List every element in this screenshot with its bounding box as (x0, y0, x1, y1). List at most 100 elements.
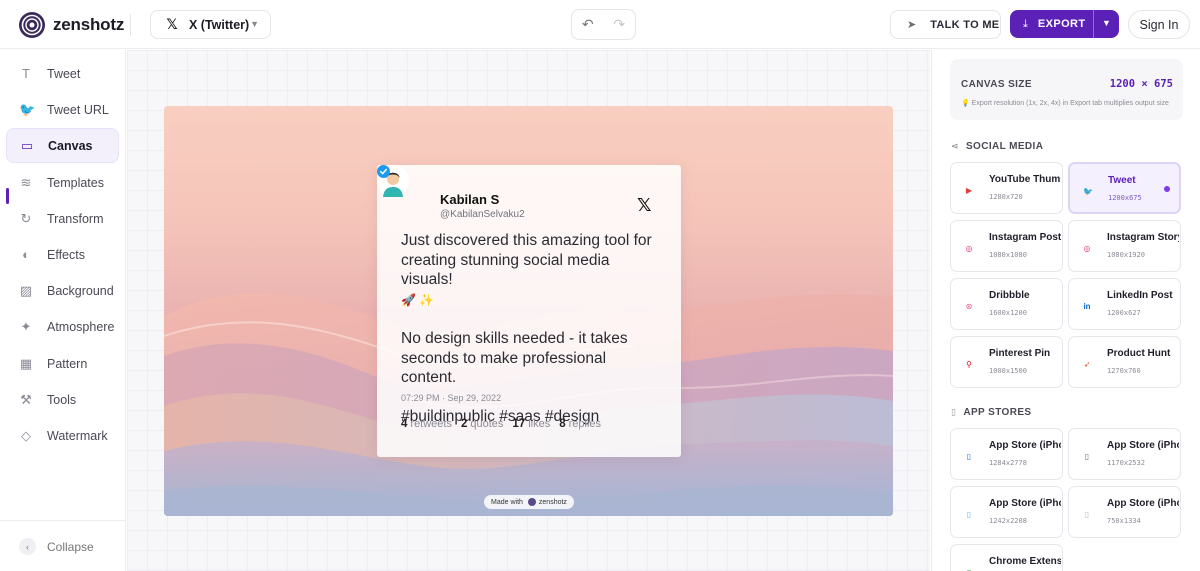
preset-name: Pinterest Pin (989, 348, 1051, 359)
droplet-icon: ◇ (21, 427, 31, 443)
preset-pinterest-pin[interactable]: ⚲ Pinterest Pin 1000x1500 (950, 336, 1063, 388)
talk-to-me-button[interactable]: ➤ TALK TO ME (890, 10, 1001, 39)
preset-name: LinkedIn Post (1107, 290, 1173, 301)
preset-name: App Store (iPhone) (1107, 498, 1179, 509)
preset-linkedin-post[interactable]: in LinkedIn Post 1200x627 (1068, 278, 1181, 330)
sidebar-item-label: Atmosphere (47, 319, 115, 334)
collapse-area: ‹ Collapse (0, 520, 126, 571)
app-stores-heading: ▯ APP STORES (951, 407, 1031, 418)
tweet-stats: 4 retweets 2 quotes 17 likes 8 replies (401, 418, 610, 430)
retweets-count: 4 (401, 418, 408, 430)
preset-dims: 1000x1500 (989, 367, 1027, 375)
canvas-size-title: CANVAS SIZE (961, 79, 1032, 90)
export-button[interactable]: ⤓ EXPORT ▼ (1010, 10, 1119, 38)
replies-label: replies (568, 418, 602, 430)
quotes-label: quotes (470, 418, 504, 430)
app-stores-title: APP STORES (963, 407, 1032, 418)
preset-instagram-story[interactable]: ◎ Instagram Story 1080x1920 (1068, 220, 1181, 272)
verified-badge-icon (377, 165, 390, 178)
preset-app-store-3[interactable]: ▯ App Store (iPhone) 1242x2208 (950, 486, 1063, 538)
sidebar-item-atmosphere[interactable]: ✦ Atmosphere (6, 309, 119, 344)
smartphone-icon: ▯ (1084, 451, 1090, 461)
image-icon: ▨ (19, 282, 33, 298)
preset-name: Product Hunt (1107, 348, 1171, 359)
redo-icon[interactable]: ↷ (613, 16, 625, 33)
preset-app-store-1[interactable]: ▯ App Store (iPhone) 1284x2778 (950, 428, 1063, 480)
preset-product-hunt[interactable]: ➶ Product Hunt 1270x760 (1068, 336, 1181, 388)
sidebar-item-tweet[interactable]: T Tweet (6, 56, 119, 91)
quotes-stat: 2 quotes (461, 418, 503, 430)
preset-name: Tweet (1108, 175, 1136, 186)
sidebar-item-watermark[interactable]: ◇ Watermark (6, 418, 119, 453)
tweet-author-name: Kabilan S (440, 192, 500, 207)
smartphone-icon: ▯ (1084, 509, 1090, 519)
preset-dims: 750x1334 (1107, 517, 1141, 525)
sidebar-item-background[interactable]: ▨ Background (6, 273, 119, 308)
preset-name: YouTube Thumbnail (989, 174, 1061, 185)
sidebar-item-label: Tweet URL (47, 102, 109, 117)
canvas-size-note-text: Export resolution (1x, 2x, 4x) in Export… (971, 100, 1169, 107)
collapse-button[interactable]: ‹ Collapse (19, 538, 94, 555)
sidebar-item-label: Templates (47, 175, 104, 190)
sidebar-item-label: Canvas (48, 138, 93, 153)
twitter-bird-icon: 🐦 (1083, 186, 1093, 196)
preset-dims: 1284x2778 (989, 459, 1027, 467)
brand-name: zenshotz (53, 15, 125, 34)
palette-icon: ◐ (22, 247, 30, 262)
smartphone-icon: ▯ (966, 451, 972, 461)
preset-app-store-2[interactable]: ▯ App Store (iPhone) 1170x2532 (1068, 428, 1181, 480)
sidebar-item-transform[interactable]: ↻ Transform (6, 201, 119, 236)
left-sidebar: T Tweet 🐦 Tweet URL ▭ Canvas ≋ Templates… (0, 50, 126, 571)
monitor-icon: ▭ (20, 137, 34, 153)
bird-icon: 🐦 (19, 101, 36, 117)
grid-icon: ▦ (19, 355, 33, 371)
sidebar-item-templates[interactable]: ≋ Templates (6, 165, 119, 200)
rocket-sparkles-emoji-icon: 🚀 ✨ (401, 292, 435, 307)
platform-selector[interactable]: 𝕏 X (Twitter) ▼ (150, 10, 271, 39)
canvas-workspace: Kabilan S @KabilanSelvaku2 𝕏 Just discov… (127, 50, 930, 571)
canvas-size-value: 1200 × 675 (1109, 78, 1173, 90)
sidebar-item-label: Effects (47, 247, 85, 262)
undo-icon[interactable]: ↶ (582, 16, 594, 33)
preset-name: App Store (iPhone) (989, 498, 1061, 509)
sidebar-item-effects[interactable]: ◐ Effects (6, 237, 119, 272)
sidebar-item-label: Pattern (47, 356, 88, 371)
chevron-left-icon: ‹ (19, 538, 36, 555)
tweet-body: Just discovered this amazing tool for cr… (401, 231, 665, 445)
preset-app-store-4[interactable]: ▯ App Store (iPhone) 750x1334 (1068, 486, 1181, 538)
tweet-line-1: Just discovered this amazing tool for cr… (401, 232, 652, 288)
tweet-card[interactable]: Kabilan S @KabilanSelvaku2 𝕏 Just discov… (377, 165, 681, 457)
preset-chrome-extension[interactable]: ◉ Chrome Extension (950, 544, 1063, 571)
sign-in-button[interactable]: Sign In (1128, 10, 1190, 39)
preset-youtube-thumbnail[interactable]: ▶ YouTube Thumbnail 1280x720 (950, 162, 1063, 214)
social-media-title: SOCIAL MEDIA (965, 141, 1044, 152)
preset-instagram-post[interactable]: ◎ Instagram Post 1080x1080 (950, 220, 1063, 272)
canvas-size-note: 💡 Export resolution (1x, 2x, 4x) in Expo… (961, 98, 1173, 109)
rocket-icon: ➶ (1083, 359, 1091, 369)
sidebar-item-tweet-url[interactable]: 🐦 Tweet URL (6, 92, 119, 127)
export-chevron-down-icon[interactable]: ▼ (1102, 18, 1111, 28)
preset-name: Dribbble (989, 290, 1030, 301)
share-icon: ⋖ (951, 141, 959, 151)
sidebar-item-tools[interactable]: ⚒ Tools (6, 382, 119, 417)
preset-dribbble[interactable]: ⊛ Dribbble 1600x1200 (950, 278, 1063, 330)
platform-label: X (Twitter) (189, 17, 250, 32)
made-with-watermark: Made with zenshotz (484, 495, 574, 509)
artboard[interactable]: Kabilan S @KabilanSelvaku2 𝕏 Just discov… (164, 106, 893, 516)
lightbulb-icon: 💡 (961, 100, 970, 107)
sidebar-item-label: Transform (47, 211, 104, 226)
preset-name: Instagram Story (1107, 232, 1179, 243)
youtube-icon: ▶ (965, 185, 973, 195)
pin-icon: ⚲ (966, 359, 972, 369)
sidebar-item-label: Tweet (47, 66, 81, 81)
preset-tweet[interactable]: 🐦 Tweet 1200x675 (1068, 162, 1181, 214)
sidebar-item-canvas[interactable]: ▭ Canvas (6, 128, 119, 163)
sidebar-item-pattern[interactable]: ▦ Pattern (6, 346, 119, 381)
tweet-paragraph: Just discovered this amazing tool for cr… (401, 231, 665, 310)
preset-dims: 1600x1200 (989, 309, 1027, 317)
quotes-count: 2 (460, 418, 468, 430)
tweet-author-handle: @KabilanSelvaku2 (440, 209, 525, 220)
selected-dot-icon (1164, 186, 1170, 192)
brand-logo[interactable]: zenshotz (18, 11, 124, 39)
instagram-icon: ◎ (965, 243, 973, 253)
